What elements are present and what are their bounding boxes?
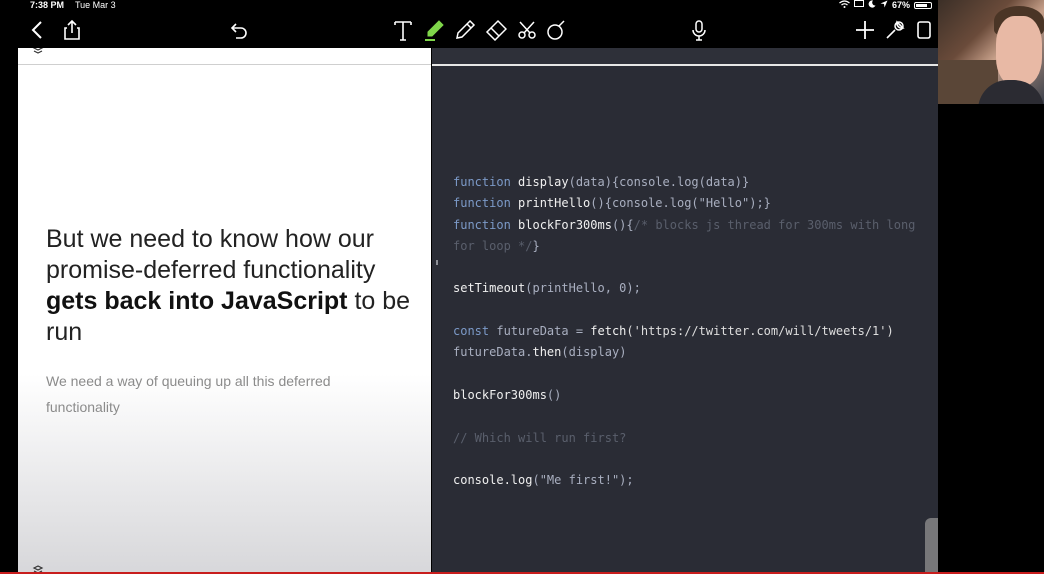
code-line: function printHello(){console.log("Hello… bbox=[453, 196, 771, 211]
status-time: 7:38 PM bbox=[30, 0, 65, 10]
microphone-icon[interactable] bbox=[685, 16, 713, 44]
text-tool-icon[interactable] bbox=[389, 16, 417, 44]
lasso-scissors-icon[interactable] bbox=[513, 16, 541, 44]
eraser-icon[interactable] bbox=[482, 16, 510, 44]
code-line: setTimeout(printHello, 0); bbox=[453, 281, 641, 296]
code-line: function display(data){console.log(data)… bbox=[453, 175, 750, 189]
pen-icon[interactable] bbox=[451, 16, 479, 44]
slide-heading: But we need to know how our promise-defe… bbox=[46, 225, 411, 346]
code-line: futureData.then(display) bbox=[453, 345, 627, 360]
wrench-icon[interactable] bbox=[881, 16, 909, 44]
page-icon[interactable] bbox=[910, 16, 938, 44]
moon-icon bbox=[868, 0, 876, 10]
undo-icon[interactable] bbox=[224, 16, 252, 44]
code-line: function blockFor300ms(){/* blocks js th… bbox=[453, 217, 923, 253]
code-block: function display(data){console.log(data)… bbox=[453, 172, 933, 491]
shapes-icon[interactable] bbox=[542, 16, 570, 44]
status-bar: 7:38 PM Tue Mar 3 67% bbox=[0, 0, 938, 12]
battery-icon bbox=[914, 1, 932, 9]
code-line: // Which will run first? bbox=[453, 430, 627, 445]
logo-icon bbox=[32, 48, 44, 54]
scroll-widget[interactable] bbox=[925, 518, 938, 574]
slide-divider bbox=[18, 64, 431, 65]
webcam-person-face bbox=[996, 16, 1042, 86]
highlighter-icon[interactable] bbox=[420, 16, 448, 44]
screen-mirroring-icon bbox=[853, 0, 864, 10]
code-line: blockFor300ms() bbox=[453, 387, 562, 402]
slide-panel: But we need to know how our promise-defe… bbox=[18, 48, 431, 574]
status-date: Tue Mar 3 bbox=[75, 0, 116, 10]
chevron-left-icon[interactable] bbox=[24, 16, 52, 44]
wifi-icon bbox=[839, 0, 850, 10]
webcam-overlay bbox=[938, 0, 1044, 104]
share-icon[interactable] bbox=[58, 16, 86, 44]
code-line: const futureData = fetch('https://twitte… bbox=[453, 324, 894, 339]
location-icon bbox=[880, 0, 888, 10]
plus-icon[interactable] bbox=[851, 16, 879, 44]
toolbar bbox=[0, 12, 938, 48]
code-panel: function display(data){console.log(data)… bbox=[432, 48, 938, 574]
code-panel-header bbox=[432, 48, 938, 66]
slide-subtext: We need a way of queuing up all this def… bbox=[46, 373, 331, 415]
text-cursor bbox=[436, 260, 438, 265]
status-icons: 67% bbox=[839, 0, 932, 10]
code-line: console.log("Me first!"); bbox=[453, 473, 634, 488]
battery-percent: 67% bbox=[891, 0, 910, 10]
